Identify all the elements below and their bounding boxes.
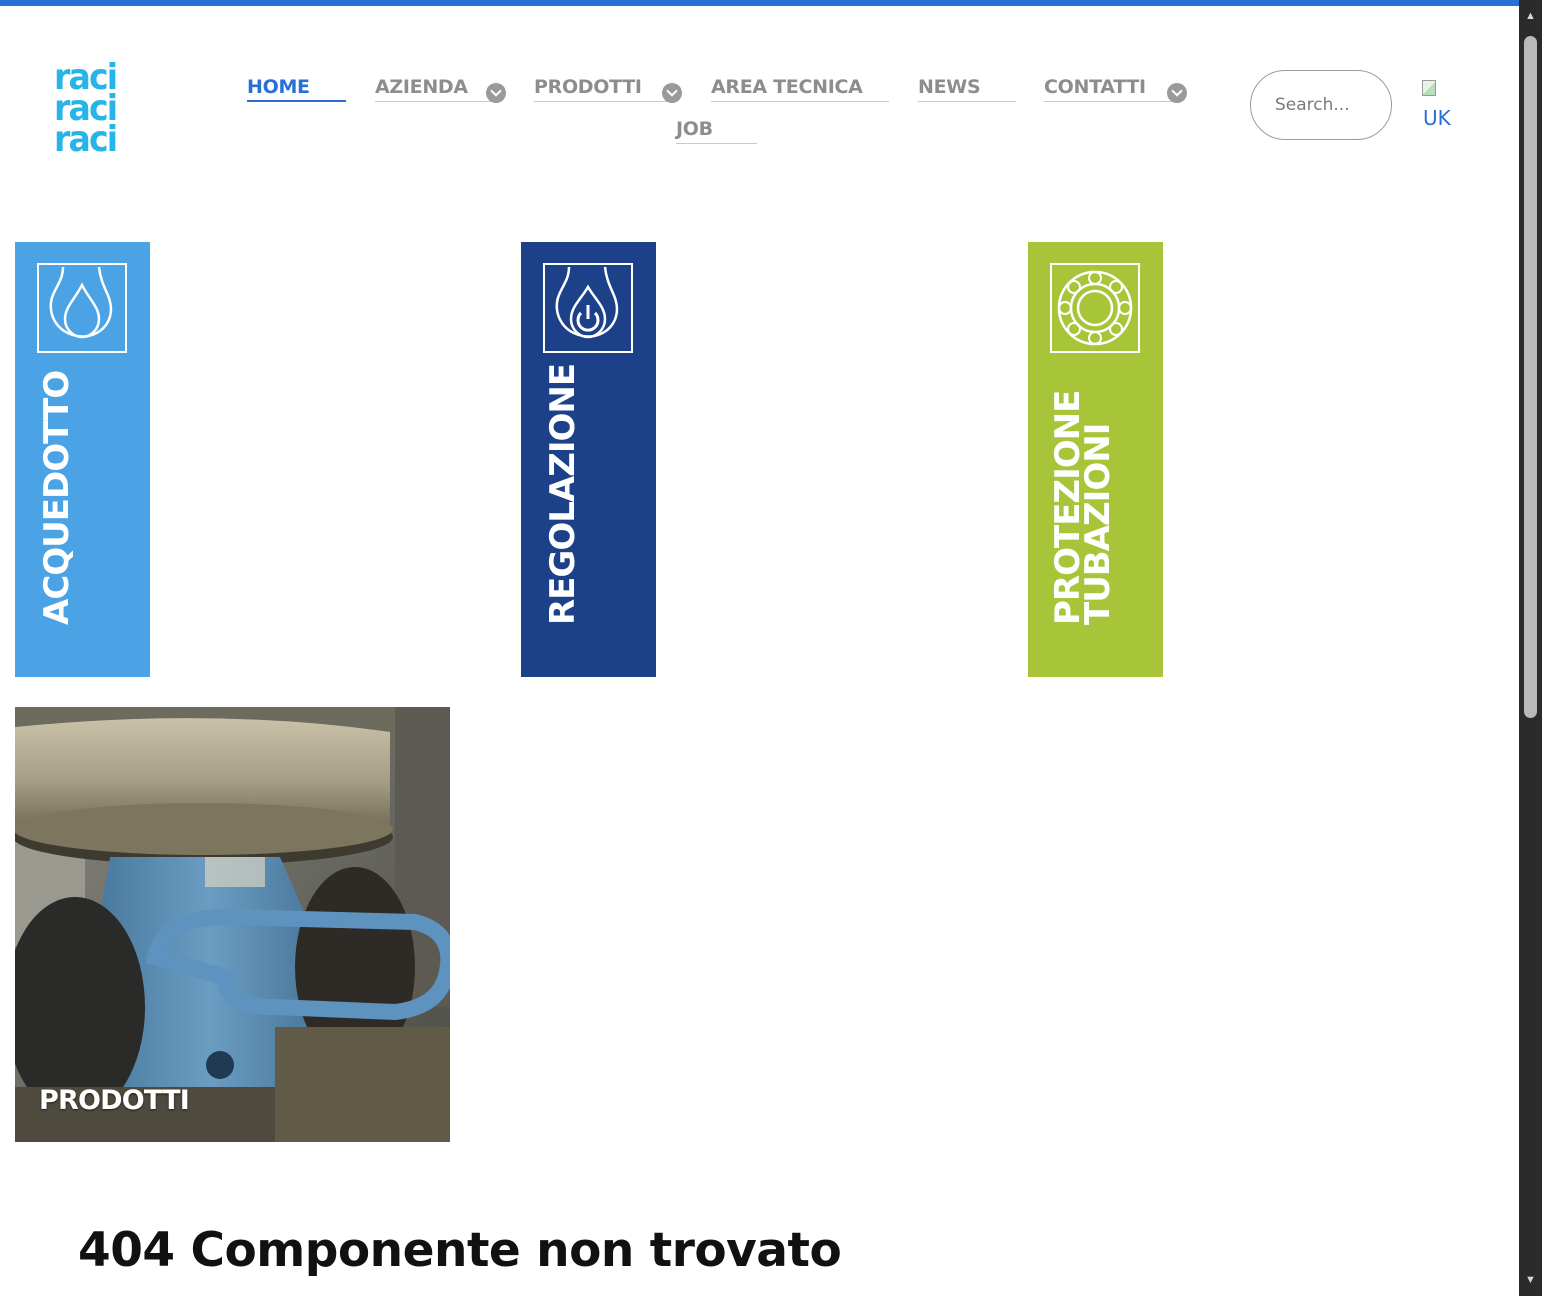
site-logo[interactable]: raci raci raci — [54, 60, 134, 160]
chevron-down-icon[interactable] — [1167, 83, 1187, 103]
logo-text-line: raci — [54, 119, 118, 160]
broken-image-icon — [1422, 80, 1436, 96]
scroll-down-arrow-icon[interactable]: ▼ — [1519, 1270, 1542, 1290]
chevron-down-icon[interactable] — [662, 83, 682, 103]
category-label: REGOLAZIONE — [543, 363, 583, 625]
nav-job[interactable]: JOB — [676, 120, 757, 144]
nav-contatti[interactable]: CONTATTI — [1044, 78, 1180, 102]
product-photo-valve — [15, 707, 450, 1142]
category-protezione-tubazioni[interactable]: PROTEZIONE TUBAZIONI — [1028, 242, 1163, 677]
product-tile-prodotti[interactable]: PRODOTTI — [15, 707, 450, 1142]
scrollbar-thumb[interactable] — [1524, 36, 1537, 718]
category-label-line2: TUBAZIONI — [1078, 423, 1118, 625]
language-alt-text: UK — [1423, 106, 1451, 130]
category-regolazione[interactable]: REGOLAZIONE — [521, 242, 656, 677]
nav-news[interactable]: NEWS — [918, 78, 1016, 102]
nav-area-tecnica[interactable]: AREA TECNICA — [711, 78, 889, 102]
product-tile-label: PRODOTTI — [39, 1085, 190, 1116]
chevron-down-icon[interactable] — [486, 83, 506, 103]
error-title: 404 Componente non trovato — [78, 1223, 842, 1278]
vertical-scrollbar[interactable]: ▲ ▼ — [1519, 0, 1542, 1296]
scroll-up-arrow-icon[interactable]: ▲ — [1519, 6, 1542, 26]
search-input[interactable] — [1250, 70, 1392, 140]
category-label: ACQUEDOTTO — [37, 370, 77, 625]
nav-prodotti[interactable]: PRODOTTI — [534, 78, 674, 102]
category-acquedotto[interactable]: ACQUEDOTTO — [15, 242, 150, 677]
language-switch-uk[interactable]: UK — [1420, 80, 1460, 130]
nav-azienda[interactable]: AZIENDA — [375, 78, 499, 102]
nav-home[interactable]: HOME — [247, 78, 346, 102]
top-accent-bar — [0, 0, 1519, 6]
